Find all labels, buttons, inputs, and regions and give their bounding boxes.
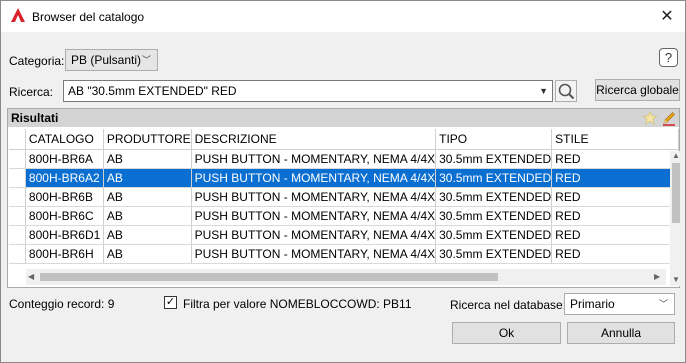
cell-descrizione: PUSH BUTTON - MOMENTARY, NEMA 4/4X bbox=[191, 187, 437, 207]
cell-produttore: AB bbox=[103, 244, 192, 264]
vertical-scroll-thumb[interactable] bbox=[672, 163, 680, 223]
cell-descrizione: PUSH BUTTON - MOMENTARY, NEMA 4/4X bbox=[191, 206, 437, 226]
column-header-catalogo[interactable]: CATALOGO bbox=[25, 129, 104, 150]
cell-stile: RED bbox=[551, 206, 679, 226]
cell-descrizione: PUSH BUTTON - MOMENTARY, NEMA 4/4X bbox=[191, 244, 437, 264]
cell-tipo: 30.5mm EXTENDED bbox=[435, 149, 553, 169]
cell-catalogo: 800H-BR6B bbox=[25, 187, 104, 207]
search-input-value: AB "30.5mm EXTENDED" RED bbox=[68, 84, 237, 98]
cell-tipo: 30.5mm EXTENDED bbox=[435, 206, 553, 226]
category-label: Categoria: bbox=[9, 54, 65, 68]
table-row-selected[interactable]: 800H-BR6A2 AB PUSH BUTTON - MOMENTARY, N… bbox=[9, 168, 679, 188]
column-header-tipo[interactable]: TIPO bbox=[435, 129, 553, 150]
dropdown-arrow-icon[interactable]: ▼ bbox=[539, 81, 548, 101]
cancel-button[interactable]: Annulla bbox=[567, 322, 675, 344]
column-header-descrizione[interactable]: DESCRIZIONE bbox=[191, 129, 437, 150]
cell-catalogo: 800H-BR6C bbox=[25, 206, 104, 226]
row-header[interactable] bbox=[9, 206, 26, 226]
edit-pencil-icon[interactable] bbox=[661, 110, 677, 126]
vertical-scrollbar[interactable]: ▲ ▼ bbox=[670, 151, 682, 286]
filter-checkbox[interactable]: ✓ bbox=[164, 296, 177, 309]
table-row[interactable]: 800H-BR6D1 AB PUSH BUTTON - MOMENTARY, N… bbox=[9, 225, 679, 245]
window-title: Browser del catalogo bbox=[32, 10, 145, 24]
cell-stile: RED bbox=[551, 225, 679, 245]
column-header-stile[interactable]: STILE bbox=[551, 129, 679, 150]
cell-catalogo: 800H-BR6A bbox=[25, 149, 104, 169]
cell-stile: RED bbox=[551, 187, 679, 207]
horizontal-scrollbar[interactable]: ◀ ▶ bbox=[26, 269, 666, 285]
table-row[interactable]: 800H-BR6A AB PUSH BUTTON - MOMENTARY, NE… bbox=[9, 149, 679, 169]
global-search-button[interactable]: Ricerca globale bbox=[595, 79, 680, 101]
cell-catalogo: 800H-BR6D1 bbox=[25, 225, 104, 245]
scroll-up-icon[interactable]: ▲ bbox=[672, 151, 680, 160]
ok-button[interactable]: Ok bbox=[452, 322, 561, 344]
row-header[interactable] bbox=[9, 168, 26, 188]
cell-tipo: 30.5mm EXTENDED bbox=[435, 244, 553, 264]
database-value: Primario bbox=[570, 297, 615, 311]
title-bar: Browser del catalogo ✕ bbox=[1, 1, 685, 32]
search-input[interactable]: AB "30.5mm EXTENDED" RED ▼ bbox=[63, 80, 553, 102]
category-value: PB (Pulsanti) bbox=[71, 53, 142, 67]
cell-stile: RED bbox=[551, 168, 679, 188]
results-header: Risultati bbox=[8, 109, 679, 127]
database-select[interactable]: Primario ﹀ bbox=[564, 293, 675, 315]
close-icon[interactable]: ✕ bbox=[657, 7, 677, 27]
scroll-right-icon[interactable]: ▶ bbox=[654, 272, 660, 281]
cell-produttore: AB bbox=[103, 149, 192, 169]
cell-produttore: AB bbox=[103, 168, 192, 188]
cell-tipo: 30.5mm EXTENDED bbox=[435, 187, 553, 207]
results-table: CATALOGO PRODUTTORE DESCRIZIONE TIPO STI… bbox=[9, 129, 679, 264]
chevron-down-icon: ﹀ bbox=[141, 55, 151, 65]
cell-tipo: 30.5mm EXTENDED bbox=[435, 168, 553, 188]
scroll-down-icon[interactable]: ▼ bbox=[672, 275, 680, 284]
horizontal-scroll-thumb[interactable] bbox=[40, 273, 498, 281]
database-label: Ricerca nel database: bbox=[450, 298, 567, 312]
row-header[interactable] bbox=[9, 225, 26, 245]
cell-catalogo: 800H-BR6H bbox=[25, 244, 104, 264]
results-panel: Risultati CATALOGO PRODUTTORE DESCRIZION… bbox=[7, 108, 682, 288]
search-label: Ricerca: bbox=[9, 85, 54, 99]
cell-descrizione: PUSH BUTTON - MOMENTARY, NEMA 4/4X bbox=[191, 168, 437, 188]
category-select[interactable]: PB (Pulsanti) ﹀ bbox=[65, 49, 158, 71]
cell-descrizione: PUSH BUTTON - MOMENTARY, NEMA 4/4X bbox=[191, 225, 437, 245]
star-icon[interactable] bbox=[642, 110, 658, 126]
table-row[interactable]: 800H-BR6H AB PUSH BUTTON - MOMENTARY, NE… bbox=[9, 244, 679, 264]
column-header-produttore[interactable]: PRODUTTORE bbox=[103, 129, 192, 150]
cell-catalogo: 800H-BR6A2 bbox=[25, 168, 104, 188]
cell-tipo: 30.5mm EXTENDED bbox=[435, 225, 553, 245]
help-icon[interactable]: ? bbox=[659, 48, 678, 67]
row-header[interactable] bbox=[9, 244, 26, 264]
table-row[interactable]: 800H-BR6C AB PUSH BUTTON - MOMENTARY, NE… bbox=[9, 206, 679, 226]
row-header[interactable] bbox=[9, 149, 26, 169]
row-header[interactable] bbox=[9, 187, 26, 207]
record-count: Conteggio record: 9 bbox=[9, 297, 115, 311]
cell-descrizione: PUSH BUTTON - MOMENTARY, NEMA 4/4X bbox=[191, 149, 437, 169]
table-row[interactable]: 800H-BR6B AB PUSH BUTTON - MOMENTARY, NE… bbox=[9, 187, 679, 207]
search-icon[interactable] bbox=[555, 80, 577, 102]
cell-produttore: AB bbox=[103, 206, 192, 226]
row-header-corner bbox=[9, 129, 26, 150]
scroll-left-icon[interactable]: ◀ bbox=[28, 272, 34, 281]
chevron-down-icon: ﹀ bbox=[658, 299, 668, 309]
cell-stile: RED bbox=[551, 149, 679, 169]
table-header-row: CATALOGO PRODUTTORE DESCRIZIONE TIPO STI… bbox=[9, 129, 679, 150]
catalog-browser-dialog: Browser del catalogo ✕ Categoria: PB (Pu… bbox=[0, 0, 686, 363]
filter-label: Filtra per valore NOMEBLOCCOWD: PB11 bbox=[183, 297, 412, 311]
cell-stile: RED bbox=[551, 244, 679, 264]
autocad-logo-icon bbox=[11, 8, 25, 22]
cell-produttore: AB bbox=[103, 225, 192, 245]
cell-produttore: AB bbox=[103, 187, 192, 207]
